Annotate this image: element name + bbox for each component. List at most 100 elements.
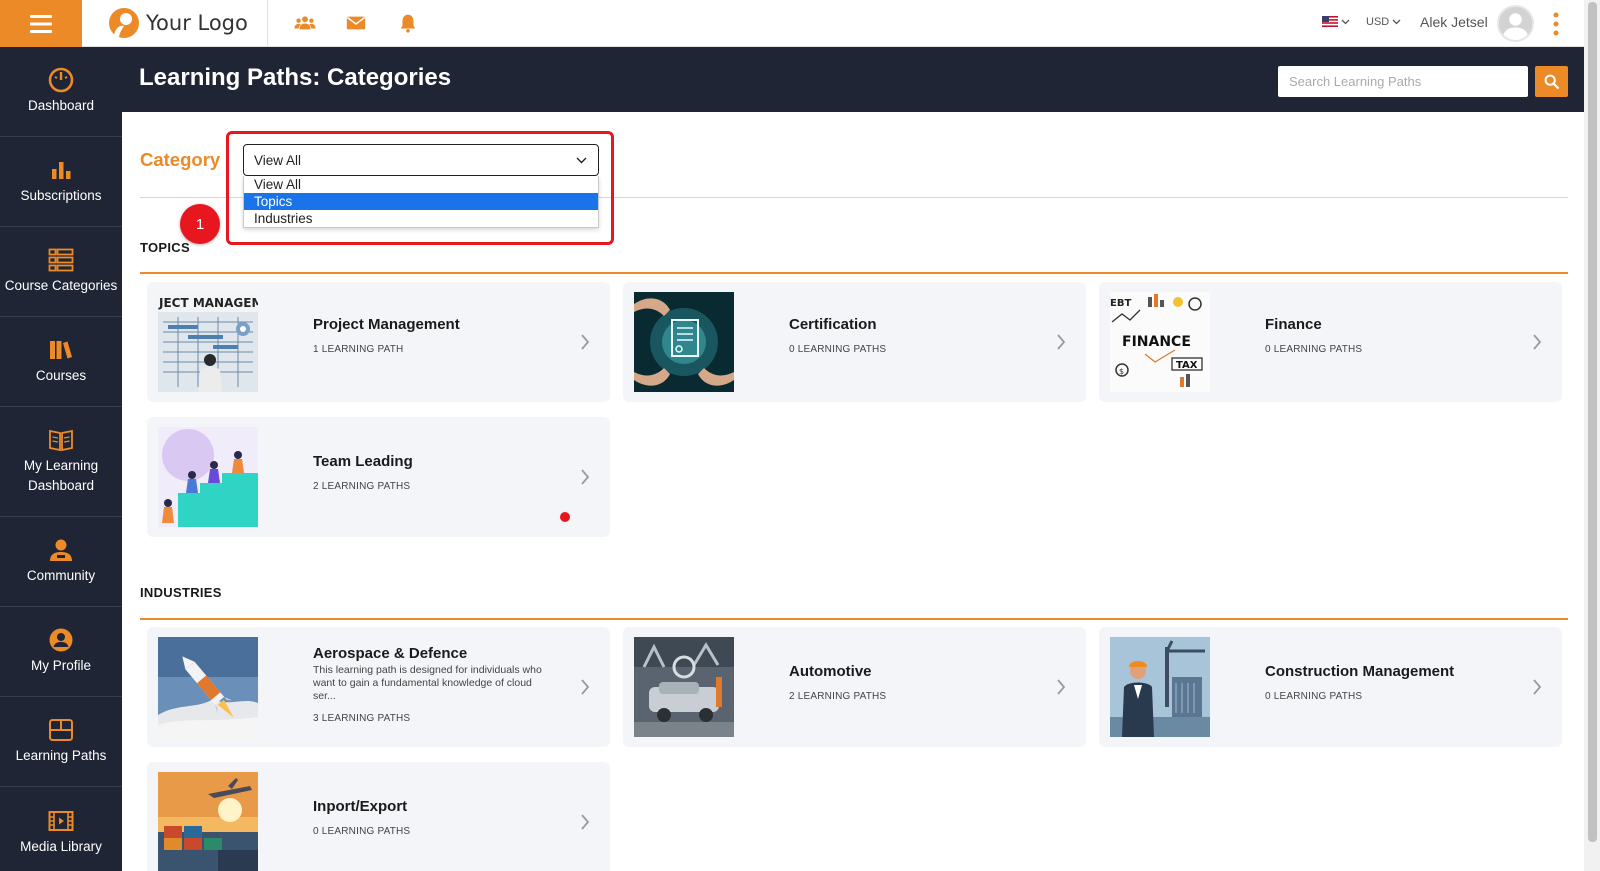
svg-text:EBT: EBT [1110, 298, 1131, 309]
category-filter-label: Category [140, 149, 221, 170]
card-team-leading[interactable]: Team Leading 2 LEARNING PATHS [147, 417, 610, 537]
avatar-user-icon [1499, 7, 1532, 40]
sidebar-item-label: Media Library [20, 838, 102, 854]
list-categories-icon [48, 248, 74, 272]
sidebar-item-learning-paths[interactable]: Learning Paths [0, 697, 122, 787]
chevron-right-icon [581, 679, 590, 695]
bar-chart-icon [52, 162, 71, 179]
card-automotive[interactable]: Automotive 2 LEARNING PATHS [623, 627, 1086, 747]
sidebar-item-dashboard[interactable]: Dashboard [0, 47, 122, 137]
mail-icon[interactable] [345, 12, 367, 34]
menu-toggle-button[interactable] [0, 0, 82, 47]
card-count: 3 LEARNING PATHS [313, 713, 411, 724]
chevron-right-icon [581, 814, 590, 830]
notification-bell-icon[interactable] [397, 12, 419, 34]
sidebar-item-label: My Profile [30, 658, 91, 673]
sidebar-item-label: Courses [35, 368, 87, 383]
community-user-icon [50, 539, 72, 561]
sidebar: Dashboard Subscriptions Course Categorie… [0, 47, 122, 871]
sidebar-item-label: Course Categories [4, 278, 118, 293]
card-finance[interactable]: EBT FINANCE $ TAX Finance 0 LEARNING PAT… [1099, 282, 1562, 402]
construction-image [1110, 637, 1210, 737]
card-project-management[interactable]: JECT MANAGEM Project Management 1 LEARNI… [147, 282, 610, 402]
card-aerospace-defence[interactable]: Aerospace & Defence This learning path i… [147, 627, 610, 747]
currency-label: USD [1366, 16, 1390, 28]
user-name[interactable]: Alek Jetsel [1420, 14, 1488, 30]
finance-image: EBT FINANCE $ TAX [1110, 292, 1210, 392]
scrollbar-thumb[interactable] [1588, 2, 1597, 842]
search-button[interactable] [1535, 66, 1568, 97]
chevron-right-icon [1057, 679, 1066, 695]
card-count: 1 LEARNING PATH [313, 344, 404, 355]
step-badge: 1 [180, 204, 220, 244]
card-description: This learning path is designed for indiv… [313, 664, 542, 702]
project-management-image: JECT MANAGEM [158, 292, 258, 392]
svg-text:FINANCE: FINANCE [1122, 334, 1191, 350]
learning-paths-icon [49, 719, 73, 741]
search-input[interactable] [1278, 66, 1528, 97]
sidebar-item-community[interactable]: Community [0, 517, 122, 607]
section-title-topics: TOPICS [140, 240, 190, 255]
svg-text:TAX: TAX [1176, 360, 1198, 371]
card-title: Certification [789, 316, 877, 333]
card-certification[interactable]: Certification 0 LEARNING PATHS [623, 282, 1086, 402]
card-title: Aerospace & Defence [313, 645, 468, 662]
chevron-down-icon [1392, 19, 1401, 25]
more-options-icon[interactable] [1553, 12, 1559, 36]
page-title: Learning Paths: Categories [139, 64, 452, 91]
team-leading-image [158, 427, 258, 527]
hamburger-icon [30, 14, 52, 33]
cursor-indicator-dot [560, 512, 570, 522]
card-count: 2 LEARNING PATHS [313, 481, 411, 492]
section-title-industries: INDUSTRIES [140, 585, 222, 600]
card-count: 0 LEARNING PATHS [1265, 691, 1363, 702]
svg-text:JECT MANAGEM: JECT MANAGEM [158, 296, 258, 310]
card-count: 0 LEARNING PATHS [1265, 344, 1363, 355]
page-header: Learning Paths: Categories [122, 47, 1584, 112]
sidebar-item-label: Subscriptions [20, 188, 102, 203]
language-selector[interactable] [1322, 16, 1350, 27]
film-icon [48, 810, 74, 831]
card-inport-export[interactable]: Inport/Export 0 LEARNING PATHS [147, 762, 610, 871]
card-title: Project Management [313, 316, 460, 333]
sidebar-item-media-library[interactable]: Media Library [0, 787, 122, 871]
chevron-right-icon [1533, 334, 1542, 350]
sidebar-item-label: Community [26, 568, 96, 583]
us-flag-icon [1322, 16, 1338, 27]
users-icon[interactable] [294, 12, 316, 34]
chevron-down-icon [1341, 19, 1350, 24]
sidebar-item-label: My Learning Dashboard [23, 458, 99, 493]
rocket-image [158, 637, 258, 737]
tutorial-highlight-box [226, 131, 614, 245]
chevron-right-icon [581, 334, 590, 350]
sidebar-item-label: Dashboard [27, 98, 95, 113]
automotive-factory-image [634, 637, 734, 737]
top-bar: Your Logo USD Alek Jetsel [0, 0, 1600, 47]
avatar[interactable] [1497, 5, 1534, 42]
sidebar-item-courses[interactable]: Courses [0, 317, 122, 407]
dashboard-gauge-icon [48, 67, 74, 93]
chevron-right-icon [1533, 679, 1542, 695]
chevron-right-icon [581, 469, 590, 485]
logo[interactable]: Your Logo [108, 6, 248, 40]
card-count: 2 LEARNING PATHS [789, 691, 887, 702]
open-book-icon [49, 429, 73, 452]
certification-image [634, 292, 734, 392]
card-title: Automotive [789, 663, 872, 680]
currency-selector[interactable]: USD [1366, 16, 1401, 28]
card-title: Finance [1265, 316, 1322, 333]
topbar-divider [267, 0, 268, 47]
chevron-right-icon [1057, 334, 1066, 350]
shipping-port-image [158, 772, 258, 871]
card-count: 0 LEARNING PATHS [789, 344, 887, 355]
profile-user-icon [49, 628, 73, 652]
card-count: 0 LEARNING PATHS [313, 826, 411, 837]
svg-text:$: $ [1119, 367, 1124, 376]
sidebar-item-subscriptions[interactable]: Subscriptions [0, 137, 122, 227]
sidebar-item-my-profile[interactable]: My Profile [0, 607, 122, 697]
card-construction-management[interactable]: Construction Management 0 LEARNING PATHS [1099, 627, 1562, 747]
sidebar-item-my-learning-dashboard[interactable]: My Learning Dashboard [0, 407, 122, 517]
logo-text: Your Logo [146, 11, 248, 35]
sidebar-item-course-categories[interactable]: Course Categories [0, 227, 122, 317]
sidebar-item-label: Learning Paths [15, 748, 107, 763]
